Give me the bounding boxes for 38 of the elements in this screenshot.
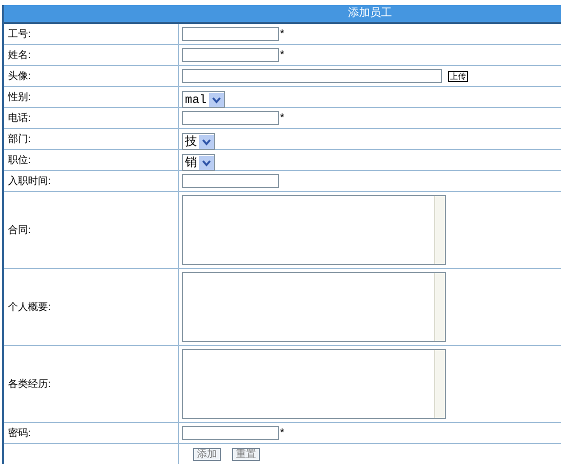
scrollbar[interactable]: [434, 273, 445, 341]
field-label: 合同:: [8, 224, 31, 238]
field-label: 各类经历:: [8, 378, 51, 392]
dropdown[interactable]: 技: [182, 132, 215, 150]
caret-icon: [199, 134, 214, 148]
field-label: 姓名:: [8, 48, 31, 62]
caret-icon: [199, 156, 214, 170]
scrollbar[interactable]: [434, 196, 445, 264]
form-button[interactable]: 添加: [193, 448, 221, 460]
required-mark: *: [280, 26, 284, 42]
field-label: 性别:: [8, 90, 31, 104]
scrollbar[interactable]: [434, 350, 445, 418]
text-area[interactable]: [182, 195, 446, 265]
text-field[interactable]: [182, 48, 279, 62]
text-area[interactable]: [182, 349, 446, 419]
password-field[interactable]: [182, 426, 279, 440]
text-field[interactable]: [182, 111, 279, 125]
dropdown[interactable]: mal: [182, 90, 225, 108]
text-field[interactable]: [182, 27, 279, 41]
text-field[interactable]: [182, 174, 279, 188]
field-label: 个人概要:: [8, 300, 51, 314]
field-label: 电话:: [8, 112, 31, 126]
caret-icon: [208, 92, 224, 106]
required-mark: *: [280, 110, 284, 126]
field-label: 入职时间:: [8, 174, 51, 188]
form-button[interactable]: 重置: [232, 448, 260, 460]
field-label: 头像:: [8, 70, 31, 84]
file-path-field[interactable]: [182, 69, 442, 83]
field-label: 职位:: [8, 154, 31, 168]
field-label: 部门:: [8, 132, 31, 146]
form-title: 添加员工: [347, 6, 393, 22]
dropdown[interactable]: 销: [182, 154, 215, 170]
text-area[interactable]: [182, 272, 446, 342]
required-mark: *: [280, 48, 284, 63]
field-label: 工号:: [8, 28, 31, 42]
upload-button[interactable]: 上传: [448, 70, 468, 82]
required-mark: *: [280, 426, 284, 441]
field-label: 密码:: [8, 426, 31, 440]
